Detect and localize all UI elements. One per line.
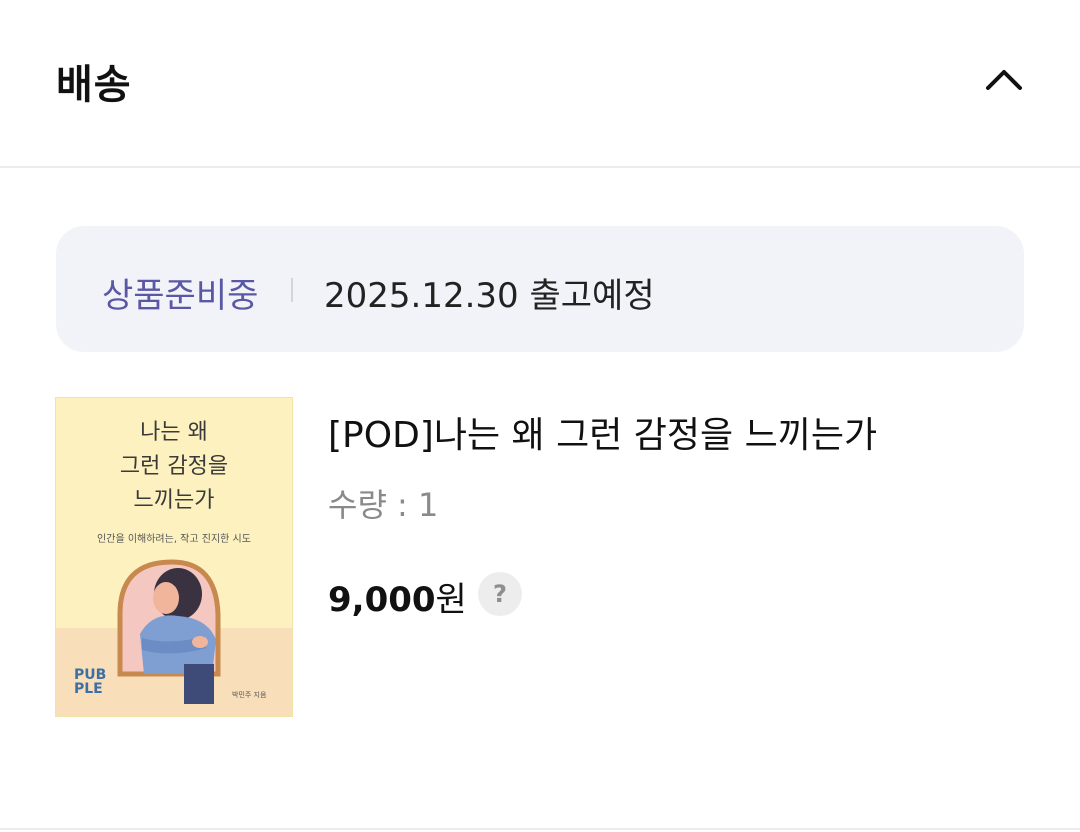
cover-illustration	[117, 559, 221, 704]
bottom-divider	[0, 828, 1080, 830]
delivery-status-bar: 상품준비중 2025.12.30 출고예정	[56, 226, 1024, 352]
section-title: 배송	[56, 62, 132, 108]
product-quantity: 수량 : 1	[328, 486, 439, 524]
section-header: 배송	[0, 0, 1080, 168]
status-divider	[291, 278, 293, 302]
book-cover-image[interactable]: 나는 왜 그런 감정을 느끼는가 인간을 이해하려는, 작고 진지한 시도 PU…	[55, 397, 293, 717]
status-label: 상품준비중	[102, 276, 259, 316]
product-price: 9,000원	[328, 572, 467, 621]
cover-title-line: 그런 감정을	[119, 454, 229, 479]
publisher-logo: PUB PLE	[74, 667, 107, 697]
product-item: 나는 왜 그런 감정을 느끼는가 인간을 이해하려는, 작고 진지한 시도 PU…	[55, 397, 1024, 718]
price-unit: 원	[435, 580, 467, 620]
cover-title-line: 나는 왜	[140, 420, 208, 445]
product-title[interactable]: [POD]나는 왜 그런 감정을 느끼는가	[328, 406, 877, 458]
price-amount: 9,000	[328, 580, 436, 620]
chevron-up-icon	[986, 70, 1022, 90]
cover-subtitle: 인간을 이해하려는, 작고 진지한 시도	[97, 534, 251, 545]
ship-date-text: 2025.12.30 출고예정	[324, 276, 655, 316]
collapse-button[interactable]	[976, 56, 1032, 104]
question-icon[interactable]: ?	[478, 572, 522, 616]
cover-author: 박민주 지음	[232, 691, 267, 699]
cover-title-line: 느끼는가	[133, 488, 215, 513]
